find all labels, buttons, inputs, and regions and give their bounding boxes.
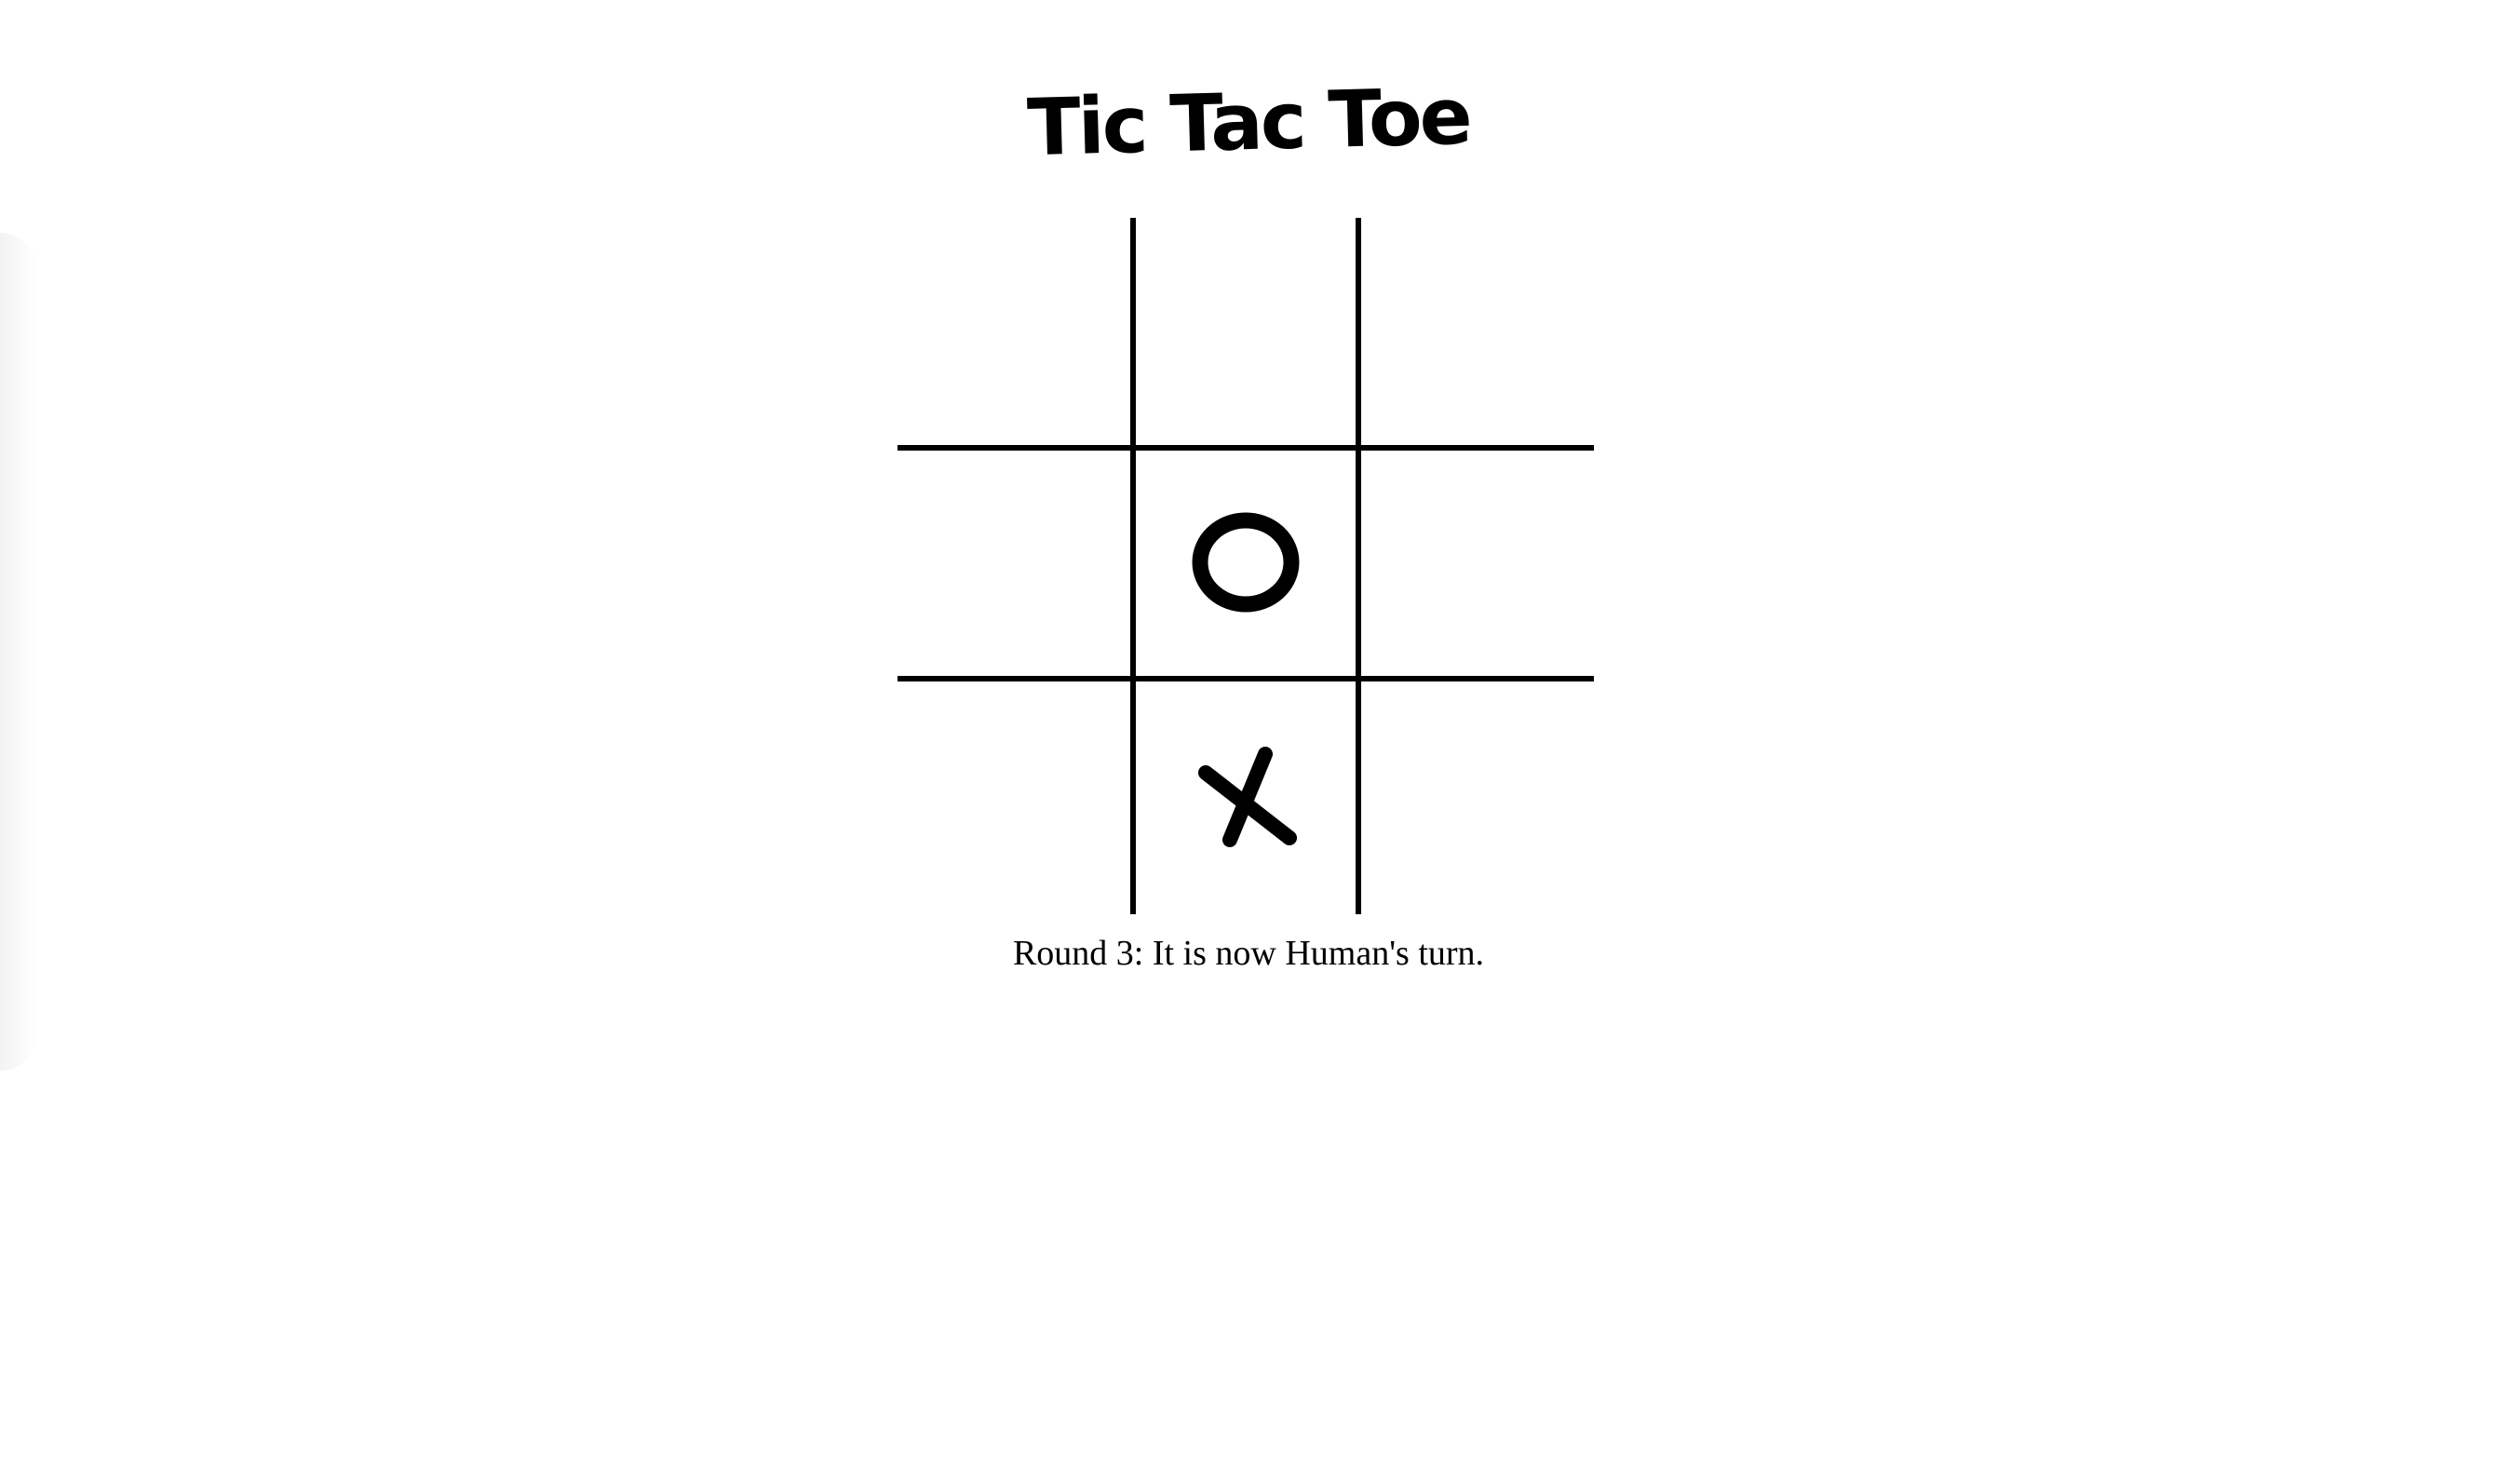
o-mark-stroke [1192, 512, 1300, 613]
board-cell-9[interactable] [1361, 681, 1594, 914]
board-cell-6[interactable] [1361, 451, 1594, 681]
board-cell-2[interactable] [1130, 218, 1361, 451]
x-mark-icon [1198, 747, 1297, 847]
board-cell-5[interactable] [1130, 451, 1361, 681]
board-cell-3[interactable] [1361, 218, 1594, 451]
status-message: Round 3: It is now Human's turn. [1012, 934, 1485, 973]
board-cell-4[interactable] [898, 451, 1130, 681]
cell-mark [1185, 737, 1306, 858]
cell-mark [1185, 503, 1306, 624]
board-cell-1[interactable] [898, 218, 1130, 451]
page-title: Tic Tac Toe [1026, 70, 1471, 174]
board-cell-7[interactable] [898, 681, 1130, 914]
o-mark-icon [1192, 512, 1300, 613]
game-board [898, 218, 1594, 914]
game-page: Tic Tac Toe Round 3: It is now Human's t… [0, 0, 2497, 1484]
board-cell-8[interactable] [1130, 681, 1361, 914]
